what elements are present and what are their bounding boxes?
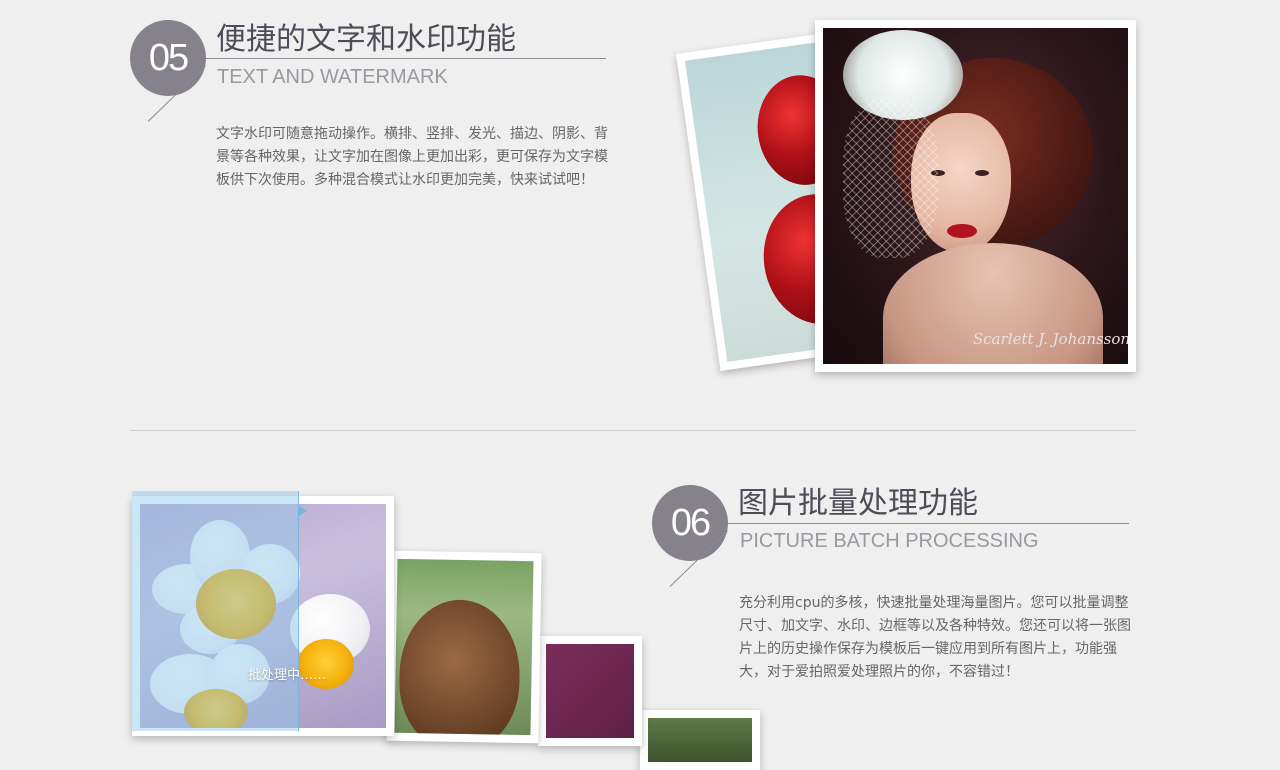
section-number-badge: 05 (130, 20, 206, 96)
section-title: 图片批量处理功能 (738, 486, 978, 521)
progress-arrow-icon (299, 506, 307, 516)
title-underline (727, 523, 1129, 524)
eye-shape (975, 170, 989, 176)
section-description: 文字水印可随意拖动操作。横排、竖排、发光、描边、阴影、背景等各种效果，让文字加在… (216, 126, 608, 188)
section-title: 便捷的文字和水印功能 (216, 22, 516, 57)
photo-foliage (640, 710, 760, 770)
feature-page: 05 便捷的文字和水印功能 TEXT AND WATERMARK 文字水印可随意… (0, 0, 1280, 770)
lips-shape (947, 224, 977, 238)
section-divider (130, 430, 1136, 431)
processing-label: 批处理中…… (248, 668, 327, 683)
photo-portrait: Scarlett J. Johansson (815, 20, 1136, 372)
batch-progress-overlay (132, 491, 299, 731)
foliage-image (648, 718, 752, 762)
portrait-image: Scarlett J. Johansson (823, 28, 1128, 364)
photo-bear (386, 550, 542, 744)
bear-shape (398, 598, 521, 736)
bear-image (394, 558, 534, 736)
veil-shape (843, 98, 938, 258)
photo-purple (538, 636, 642, 746)
section-subtitle: PICTURE BATCH PROCESSING (740, 530, 1039, 552)
title-underline (205, 58, 606, 59)
purple-image (546, 644, 634, 738)
section-subtitle: TEXT AND WATERMARK (217, 66, 448, 88)
watermark-signature: Scarlett J. Johansson (973, 330, 1128, 348)
section-description: 充分利用cpu的多核，快速批量处理海量图片。您可以批量调整尺寸、加文字、水印、边… (739, 595, 1131, 680)
section-number-badge: 06 (652, 485, 728, 561)
